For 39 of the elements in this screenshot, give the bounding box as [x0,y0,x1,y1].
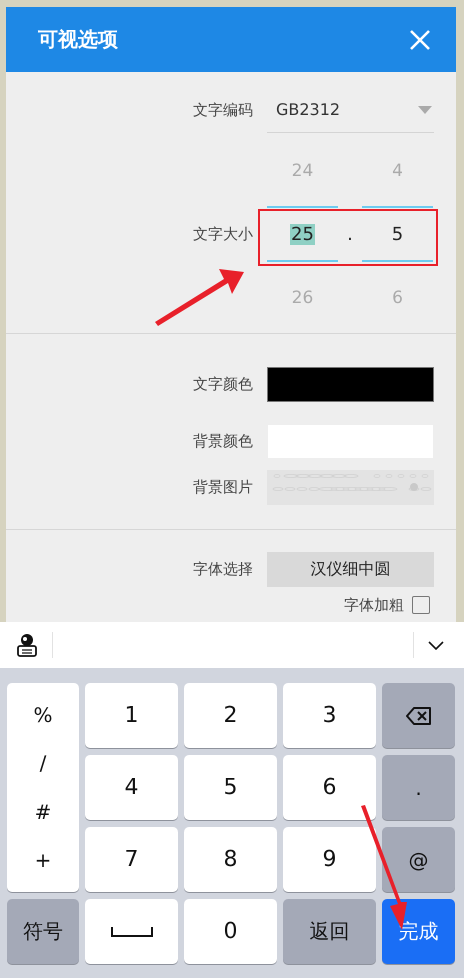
space-icon [110,926,152,936]
keyboard-key[interactable]: 7 [85,827,178,892]
field-label: 文字编码 [192,100,253,120]
color-swatch[interactable] [267,367,434,402]
number-field[interactable]: 25 [267,206,338,262]
backspace-key[interactable] [382,683,455,748]
field-label: 文字颜色 [192,375,253,394]
font-select-button[interactable]: 汉仪细中圆 [267,552,434,587]
symbol-key[interactable]: + [24,848,62,872]
keyboard-key[interactable]: 9 [283,827,376,892]
keyboard-key[interactable]: 5 [184,755,277,820]
keyboard-key[interactable]: 4 [85,755,178,820]
keyboard-key[interactable]: 6 [283,755,376,820]
chevron-down-icon[interactable] [428,640,444,650]
dialog-title: 可视选项 [38,26,118,53]
field-label: 背景颜色 [192,432,253,451]
symbol-key[interactable]: % [23,703,62,728]
decimal-point: . [346,224,354,244]
field-label: 文字大小 [192,224,253,244]
keyboard-key[interactable]: @ [382,827,455,892]
checkbox-label: 字体加粗 [344,596,404,614]
symbol-key[interactable]: / [30,751,56,776]
keyboard-key[interactable]: 返回 [283,899,376,964]
dropdown-arrow-icon [418,106,432,114]
field-label: 字体选择 [192,560,253,579]
keyboard-key[interactable]: 3 [283,683,376,748]
encoding-dropdown[interactable]: GB2312 [267,88,434,132]
keyboard-key[interactable]: . [382,755,455,820]
close-icon[interactable] [408,28,432,52]
keyboard-key[interactable]: 符号 [7,899,79,964]
keyboard-key[interactable]: 0 [184,899,277,964]
keyboard-key[interactable]: 2 [184,683,277,748]
backspace-icon [406,706,432,724]
keyboard-key[interactable]: 8 [184,827,277,892]
checkbox[interactable] [412,596,430,614]
field-label: 背景图片 [192,478,253,497]
number-field[interactable]: 5 [362,206,433,262]
symbol-key[interactable]: # [24,800,62,824]
keyboard-key[interactable]: 1 [85,683,178,748]
